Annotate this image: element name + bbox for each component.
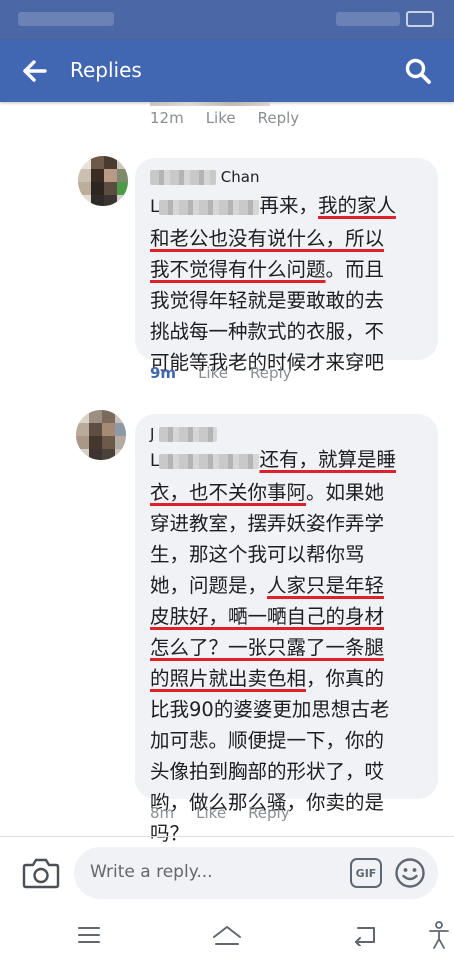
underlined-text: 怎么了？一张只露了一条腿 <box>150 636 385 659</box>
underlined-text: 衣，也不关你事阿 <box>150 481 307 504</box>
comment-actions: 8m Like Reply <box>150 804 290 822</box>
text-segment: 吗？ <box>150 822 190 845</box>
comment-bubble: Chan L 再来，我的家人和老公也没有说什么，所以 我不觉得有什么问题。而且我觉得… <box>135 158 438 374</box>
search-icon <box>405 58 431 84</box>
text-segment: 穿进教室，摆弄妖姿作弄学 <box>150 512 385 535</box>
text-segment: 。如果她 <box>306 481 385 504</box>
return-icon <box>355 927 375 946</box>
comment-timestamp[interactable]: 8m <box>150 804 174 822</box>
mention-tag[interactable]: L <box>150 197 260 217</box>
text-segment: 。而且 <box>325 258 385 281</box>
gif-button[interactable]: GIF <box>350 858 382 888</box>
back-button[interactable] <box>18 54 52 88</box>
status-bar-left-blurred <box>18 12 114 26</box>
text-segment: 比我90的婆婆更加思想古老 <box>150 698 390 721</box>
avatar[interactable] <box>78 156 128 206</box>
accessibility-icon <box>429 921 449 949</box>
status-bar-right-blurred <box>336 12 400 26</box>
text-segment: 她，问题是， <box>150 574 268 597</box>
mention-tag[interactable]: L <box>150 451 260 471</box>
like-button[interactable]: Like <box>196 804 226 822</box>
underlined-text: 的照片就出卖色相 <box>150 667 307 690</box>
comment-lines: 还有，就算是睡衣，也不关你事阿。如果她穿进教室，摆弄妖姿作弄学 生，那这个我可以帮… <box>150 448 396 845</box>
camera-icon <box>22 858 60 889</box>
underlined-text: 和老公也没有说什么，所以 <box>150 227 385 250</box>
reply-button[interactable]: Reply <box>248 804 290 822</box>
home-icon <box>213 926 241 945</box>
home-button[interactable] <box>212 920 242 950</box>
text-segment: 再来， <box>259 194 318 217</box>
reply-button[interactable]: Reply <box>250 364 292 382</box>
underlined-text: 我的家人 <box>318 194 397 217</box>
underlined-text: 人家只是年轻 <box>267 574 385 597</box>
previous-reply-bubble-edge <box>150 102 270 106</box>
reply-input-placeholder: Write a reply... <box>90 862 213 882</box>
underlined-text: 皮肤好，嗮一嗮自己的身材 <box>150 605 385 628</box>
emoji-button[interactable] <box>394 857 426 889</box>
reply-timestamp: 12m <box>150 109 184 127</box>
menu-icon <box>78 927 100 943</box>
comment-lines: 再来，我的家人和老公也没有说什么，所以 我不觉得有什么问题。而且我觉得年轻就是要敢… <box>150 194 396 374</box>
page-title: Replies <box>70 58 142 82</box>
underlined-text: 我不觉得有什么问题 <box>150 258 326 281</box>
text-segment: 头像拍到胸部的形状了，哎 <box>150 760 385 783</box>
avatar[interactable] <box>76 410 126 460</box>
system-navigation-bar <box>0 912 454 960</box>
composer-divider <box>0 836 454 837</box>
search-button[interactable] <box>402 55 434 87</box>
text-segment: 挑战每一种款式的衣服，不 <box>150 320 385 343</box>
text-segment: 生，那这个我可以帮你骂 <box>150 543 365 566</box>
text-segment: ，你真的 <box>306 667 385 690</box>
back-nav-button[interactable] <box>350 920 380 950</box>
camera-button[interactable] <box>22 856 60 890</box>
arrow-left-icon <box>23 60 47 82</box>
reply-input[interactable]: Write a reply... GIF <box>74 847 438 899</box>
comment-author[interactable]: Chan <box>150 168 259 186</box>
battery-icon <box>406 11 434 27</box>
comment-author[interactable]: J <box>150 425 218 443</box>
app-header: Replies <box>0 40 454 102</box>
comment-text: L 再来，我的家人和老公也没有说什么，所以 我不觉得有什么问题。而且我觉得年轻就是要… <box>150 190 435 378</box>
comment-actions: 9m Like Reply <box>150 364 292 382</box>
menu-button[interactable] <box>74 920 104 950</box>
like-button[interactable]: Like <box>206 109 236 127</box>
underlined-text: 还有，就算是睡 <box>259 448 396 471</box>
comment-bubble: J L 还有，就算是睡衣，也不关你事阿。如果她穿进教室，摆弄妖姿作弄学 生，那这个我… <box>135 414 438 845</box>
text-segment: 加可悲。顺便提一下，你的 <box>150 729 385 752</box>
previous-reply-actions: 12m Like Reply <box>150 109 299 127</box>
status-bar <box>0 0 454 40</box>
smiley-icon <box>395 858 425 888</box>
blurred-name <box>150 170 216 185</box>
accessibility-button[interactable] <box>424 920 454 950</box>
reply-button[interactable]: Reply <box>258 109 300 127</box>
comment-text: L 还有，就算是睡衣，也不关你事阿。如果她穿进教室，摆弄妖姿作弄学 生，那这个我可以… <box>150 444 435 849</box>
text-segment: 我觉得年轻就是要敢敢的去 <box>150 289 385 312</box>
comment-timestamp[interactable]: 9m <box>150 364 176 382</box>
blurred-name <box>159 427 218 442</box>
like-button[interactable]: Like <box>198 364 228 382</box>
